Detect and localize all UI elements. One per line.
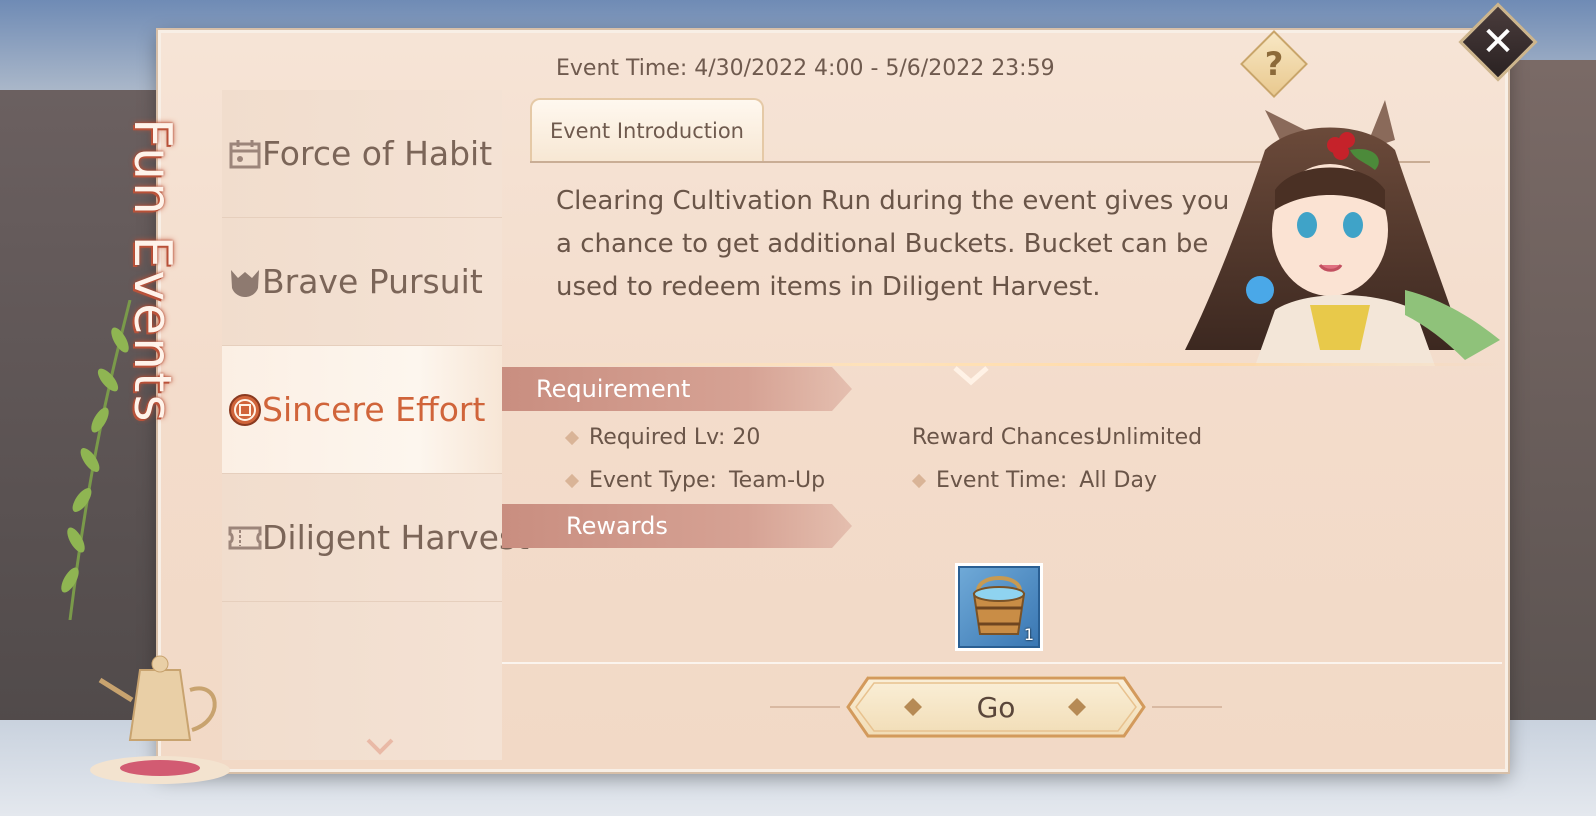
event-time-header: Event Time: 4/30/2022 4:00 - 5/6/2022 23… [556, 56, 1055, 81]
required-level: Required Lv: 20 [564, 425, 761, 450]
sidebar-item-brave-pursuit[interactable]: Brave Pursuit [222, 218, 502, 346]
sidebar-item-label: Force of Habit [262, 134, 493, 173]
diamond-bullet-icon [564, 473, 580, 488]
sidebar-item-sincere-effort[interactable]: Sincere Effort [222, 346, 502, 474]
event-time-requirement: Event Time: All Day [911, 468, 1157, 493]
ticket-icon [228, 521, 262, 555]
event-type: Event Type: Team-Up [564, 468, 826, 493]
reward-count: 1 [1023, 625, 1034, 644]
chevron-down-icon [953, 366, 989, 386]
diamond-bullet-icon [564, 430, 580, 445]
help-icon[interactable]: ? [1250, 40, 1298, 88]
calendar-icon [228, 137, 262, 171]
sidebar-item-diligent-harvest[interactable]: Diligent Harvest [222, 474, 529, 602]
gold-divider [502, 363, 1502, 366]
coin-icon [228, 393, 262, 427]
teapot-decoration [90, 655, 230, 784]
character-portrait [1185, 100, 1500, 366]
reward-chances: Reward Chances: Unlimited [912, 425, 1202, 450]
sidebar-item-force-of-habit[interactable]: Force of Habit [222, 90, 502, 218]
close-icon[interactable]: ✕ [1470, 14, 1526, 70]
go-button-label: Go [976, 690, 1016, 724]
reward-chances-value: Unlimited [1096, 425, 1203, 450]
tab-event-introduction[interactable]: Event Introduction [530, 98, 764, 162]
chevron-down-icon[interactable] [365, 736, 395, 756]
event-description: Clearing Cultivation Run during the even… [556, 186, 1230, 302]
rewards-header: Rewards [502, 504, 852, 548]
go-button[interactable]: Go [846, 676, 1146, 738]
event-time-label: Event Time: [936, 468, 1068, 493]
bottom-divider [502, 662, 1502, 664]
required-level-text: Required Lv: 20 [589, 425, 761, 450]
panel-title: Fun Events [122, 118, 182, 424]
sidebar-item-label: Diligent Harvest [262, 518, 530, 557]
go-button-right-line [1152, 706, 1222, 708]
reward-item[interactable]: 1 [955, 563, 1043, 651]
background-rock-right [1500, 60, 1596, 760]
event-type-label: Event Type: [589, 468, 717, 493]
helmet-icon [228, 265, 262, 299]
requirement-header: Requirement [502, 367, 852, 411]
sidebar-item-label: Brave Pursuit [262, 262, 483, 301]
event-time-value: All Day [1079, 468, 1157, 493]
diamond-bullet-icon [911, 473, 927, 488]
go-button-left-line [770, 706, 840, 708]
event-type-value: Team-Up [728, 468, 826, 493]
reward-chances-label: Reward Chances: [912, 425, 1103, 450]
sidebar-item-label: Sincere Effort [262, 390, 486, 429]
